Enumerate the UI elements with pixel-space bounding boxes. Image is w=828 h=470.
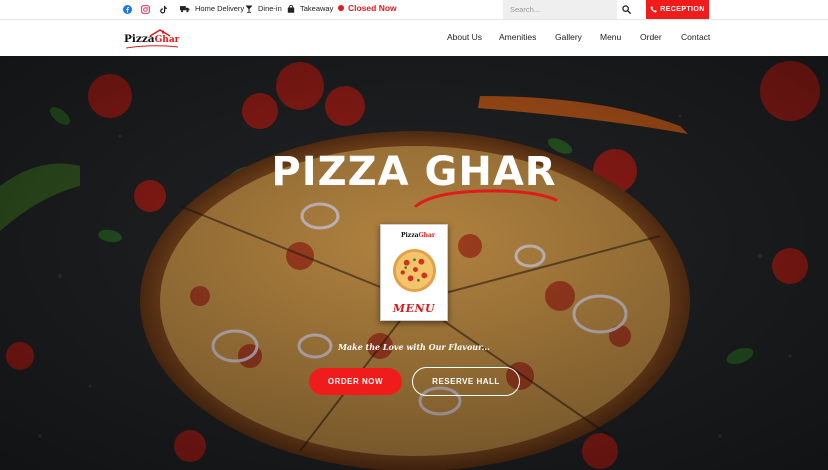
order-now-button[interactable]: ORDER NOW <box>309 368 402 395</box>
title-underline-swoosh <box>414 189 558 208</box>
nav-gallery[interactable]: Gallery <box>555 32 582 42</box>
status-dot <box>338 5 344 11</box>
hero-section: PIZZA GHAR PizzaGhar MENU Make the Love … <box>0 56 828 470</box>
facebook-icon[interactable] <box>121 3 134 16</box>
dine-in-label: Dine-in <box>258 4 282 13</box>
menu-card-label: MENU <box>392 302 436 315</box>
logo-text: PizzaGhar <box>124 33 179 45</box>
menu-card-logo-ghar: Ghar <box>418 232 436 239</box>
brand-logo[interactable]: PizzaGhar <box>124 28 180 50</box>
nav-amenities[interactable]: Amenities <box>499 32 536 42</box>
top-utility-bar: Home Delivery Dine-in Takeaway Closed No… <box>0 0 828 19</box>
search-input[interactable] <box>503 0 617 19</box>
cocktail-glass-icon <box>245 5 253 13</box>
nav-menu[interactable]: Menu <box>600 32 621 42</box>
nav-order[interactable]: Order <box>640 32 662 42</box>
logo-text-ghar: Ghar <box>154 35 180 45</box>
search-button[interactable] <box>617 0 636 19</box>
menu-card[interactable]: PizzaGhar MENU <box>380 224 448 321</box>
shopping-bag-icon <box>287 4 295 13</box>
status-label: Closed Now <box>348 3 397 13</box>
tiktok-icon[interactable] <box>157 3 170 16</box>
dine-in-info: Dine-in <box>245 4 282 13</box>
hero-tagline: Make the Love with Our Flavour... <box>338 342 490 352</box>
reserve-hall-button[interactable]: RESERVE HALL <box>412 367 520 396</box>
home-delivery-info: Home Delivery <box>180 4 244 13</box>
takeaway-label: Takeaway <box>300 4 334 13</box>
reception-label: RECEPTION <box>660 6 705 13</box>
nav-contact[interactable]: Contact <box>681 32 710 42</box>
home-delivery-label: Home Delivery <box>195 4 245 13</box>
reception-button[interactable]: RECEPTION <box>646 0 709 19</box>
phone-icon <box>650 6 657 13</box>
truck-icon <box>180 5 190 12</box>
logo-text-pizza: Pizza <box>124 33 155 45</box>
main-navbar: PizzaGhar About Us Amenities Gallery Men… <box>0 19 828 56</box>
takeaway-info: Takeaway <box>287 4 333 13</box>
pizza-illustration-icon <box>392 248 437 293</box>
open-status: Closed Now <box>338 3 397 13</box>
menu-card-logo-pizza: Pizza <box>401 232 419 239</box>
nav-about-us[interactable]: About Us <box>447 32 482 42</box>
menu-card-logo: PizzaGhar <box>401 232 435 239</box>
search-icon <box>622 5 631 14</box>
instagram-icon[interactable] <box>139 3 152 16</box>
